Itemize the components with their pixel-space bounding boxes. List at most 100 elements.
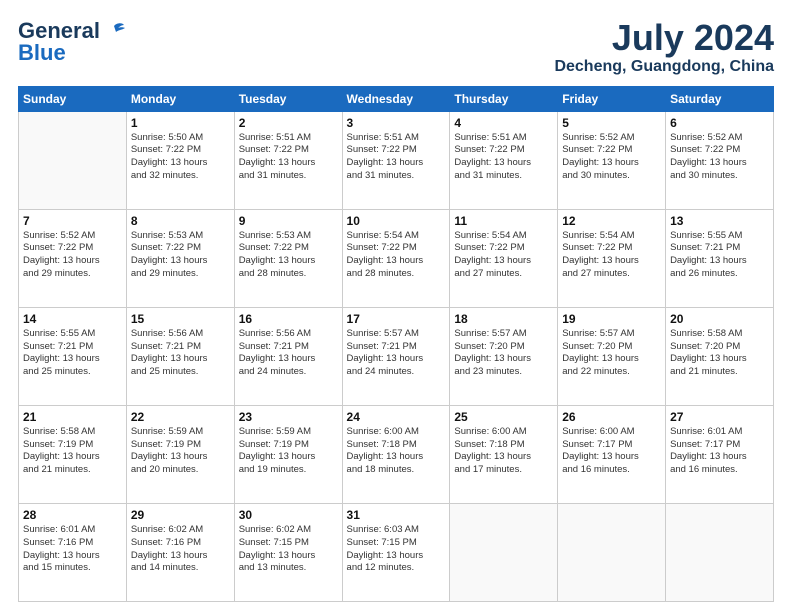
- day-info: Sunrise: 5:51 AM Sunset: 7:22 PM Dayligh…: [454, 132, 553, 183]
- day-number: 16: [239, 312, 338, 326]
- calendar-cell: 31 Sunrise: 6:03 AM Sunset: 7:15 PM Dayli…: [342, 503, 450, 601]
- calendar-cell: 21 Sunrise: 5:58 AM Sunset: 7:19 PM Dayli…: [19, 405, 127, 503]
- day-info: Sunrise: 5:55 AM Sunset: 7:21 PM Dayligh…: [23, 328, 122, 379]
- calendar-cell: 8 Sunrise: 5:53 AM Sunset: 7:22 PM Daylig…: [126, 209, 234, 307]
- calendar-cell: 29 Sunrise: 6:02 AM Sunset: 7:16 PM Dayli…: [126, 503, 234, 601]
- day-number: 9: [239, 214, 338, 228]
- day-info: Sunrise: 5:57 AM Sunset: 7:21 PM Dayligh…: [347, 328, 446, 379]
- calendar-cell: 6 Sunrise: 5:52 AM Sunset: 7:22 PM Daylig…: [666, 111, 774, 209]
- day-number: 19: [562, 312, 661, 326]
- day-info: Sunrise: 5:56 AM Sunset: 7:21 PM Dayligh…: [239, 328, 338, 379]
- day-info: Sunrise: 5:52 AM Sunset: 7:22 PM Dayligh…: [670, 132, 769, 183]
- day-number: 7: [23, 214, 122, 228]
- day-info: Sunrise: 5:51 AM Sunset: 7:22 PM Dayligh…: [347, 132, 446, 183]
- calendar-cell: 23Sunrise: 5:59 AM Sunset: 7:19 PM Dayli…: [234, 405, 342, 503]
- calendar-cell: 12 Sunrise: 5:54 AM Sunset: 7:22 PM Dayli…: [558, 209, 666, 307]
- calendar-weekday-thursday: Thursday: [450, 86, 558, 111]
- day-info: Sunrise: 5:51 AM Sunset: 7:22 PM Dayligh…: [239, 132, 338, 183]
- day-number: 29: [131, 508, 230, 522]
- calendar-weekday-sunday: Sunday: [19, 86, 127, 111]
- day-info: Sunrise: 5:53 AM Sunset: 7:22 PM Dayligh…: [131, 230, 230, 281]
- day-info: Sunrise: 6:01 AM Sunset: 7:17 PM Dayligh…: [670, 426, 769, 477]
- calendar-cell: 10 Sunrise: 5:54 AM Sunset: 7:22 PM Dayli…: [342, 209, 450, 307]
- day-number: 30: [239, 508, 338, 522]
- day-info: Sunrise: 6:00 AM Sunset: 7:17 PM Dayligh…: [562, 426, 661, 477]
- day-number: 25: [454, 410, 553, 424]
- logo-blue: Blue: [18, 40, 66, 66]
- calendar-cell: 28 Sunrise: 6:01 AM Sunset: 7:16 PM Dayli…: [19, 503, 127, 601]
- calendar-weekday-wednesday: Wednesday: [342, 86, 450, 111]
- calendar-cell: 14Sunrise: 5:55 AM Sunset: 7:21 PM Dayli…: [19, 307, 127, 405]
- day-number: 28: [23, 508, 122, 522]
- day-info: Sunrise: 5:57 AM Sunset: 7:20 PM Dayligh…: [562, 328, 661, 379]
- day-info: Sunrise: 5:59 AM Sunset: 7:19 PM Dayligh…: [131, 426, 230, 477]
- calendar-cell: 1Sunrise: 5:50 AM Sunset: 7:22 PM Daylig…: [126, 111, 234, 209]
- calendar-cell: 13Sunrise: 5:55 AM Sunset: 7:21 PM Dayli…: [666, 209, 774, 307]
- day-info: Sunrise: 5:54 AM Sunset: 7:22 PM Dayligh…: [347, 230, 446, 281]
- day-info: Sunrise: 5:52 AM Sunset: 7:22 PM Dayligh…: [562, 132, 661, 183]
- calendar-cell: 22 Sunrise: 5:59 AM Sunset: 7:19 PM Dayli…: [126, 405, 234, 503]
- calendar-cell: 18Sunrise: 5:57 AM Sunset: 7:20 PM Dayli…: [450, 307, 558, 405]
- day-number: 8: [131, 214, 230, 228]
- day-number: 12: [562, 214, 661, 228]
- day-info: Sunrise: 5:54 AM Sunset: 7:22 PM Dayligh…: [454, 230, 553, 281]
- day-number: 21: [23, 410, 122, 424]
- day-number: 10: [347, 214, 446, 228]
- calendar-cell: 7 Sunrise: 5:52 AM Sunset: 7:22 PM Daylig…: [19, 209, 127, 307]
- calendar-cell: 24Sunrise: 6:00 AM Sunset: 7:18 PM Dayli…: [342, 405, 450, 503]
- day-number: 31: [347, 508, 446, 522]
- calendar-cell: 30Sunrise: 6:02 AM Sunset: 7:15 PM Dayli…: [234, 503, 342, 601]
- calendar-cell: 11 Sunrise: 5:54 AM Sunset: 7:22 PM Dayli…: [450, 209, 558, 307]
- page: General Blue July 2024 Decheng, Guangdon…: [0, 0, 792, 612]
- day-info: Sunrise: 6:01 AM Sunset: 7:16 PM Dayligh…: [23, 524, 122, 575]
- calendar-weekday-saturday: Saturday: [666, 86, 774, 111]
- day-info: Sunrise: 6:00 AM Sunset: 7:18 PM Dayligh…: [454, 426, 553, 477]
- day-number: 23: [239, 410, 338, 424]
- day-number: 1: [131, 116, 230, 130]
- day-number: 3: [347, 116, 446, 130]
- calendar-cell: [666, 503, 774, 601]
- calendar-cell: [450, 503, 558, 601]
- title-block: July 2024 Decheng, Guangdong, China: [554, 18, 774, 76]
- calendar-cell: 17 Sunrise: 5:57 AM Sunset: 7:21 PM Dayli…: [342, 307, 450, 405]
- day-number: 6: [670, 116, 769, 130]
- logo: General Blue: [18, 18, 126, 66]
- calendar-week-3: 14Sunrise: 5:55 AM Sunset: 7:21 PM Dayli…: [19, 307, 774, 405]
- calendar-week-1: 1Sunrise: 5:50 AM Sunset: 7:22 PM Daylig…: [19, 111, 774, 209]
- day-number: 2: [239, 116, 338, 130]
- day-info: Sunrise: 6:02 AM Sunset: 7:16 PM Dayligh…: [131, 524, 230, 575]
- calendar-cell: 27Sunrise: 6:01 AM Sunset: 7:17 PM Dayli…: [666, 405, 774, 503]
- calendar-cell: 5 Sunrise: 5:52 AM Sunset: 7:22 PM Daylig…: [558, 111, 666, 209]
- day-number: 26: [562, 410, 661, 424]
- calendar-week-4: 21 Sunrise: 5:58 AM Sunset: 7:19 PM Dayli…: [19, 405, 774, 503]
- calendar-cell: [558, 503, 666, 601]
- day-number: 17: [347, 312, 446, 326]
- day-number: 5: [562, 116, 661, 130]
- day-number: 4: [454, 116, 553, 130]
- month-year: July 2024: [554, 18, 774, 58]
- day-number: 22: [131, 410, 230, 424]
- calendar-week-5: 28 Sunrise: 6:01 AM Sunset: 7:16 PM Dayli…: [19, 503, 774, 601]
- logo-bird-icon: [104, 22, 126, 40]
- calendar-table: SundayMondayTuesdayWednesdayThursdayFrid…: [18, 86, 774, 602]
- calendar-cell: 20Sunrise: 5:58 AM Sunset: 7:20 PM Dayli…: [666, 307, 774, 405]
- calendar-cell: 9 Sunrise: 5:53 AM Sunset: 7:22 PM Daylig…: [234, 209, 342, 307]
- day-info: Sunrise: 5:58 AM Sunset: 7:19 PM Dayligh…: [23, 426, 122, 477]
- day-number: 11: [454, 214, 553, 228]
- calendar-cell: 25 Sunrise: 6:00 AM Sunset: 7:18 PM Dayli…: [450, 405, 558, 503]
- day-number: 20: [670, 312, 769, 326]
- day-number: 13: [670, 214, 769, 228]
- day-info: Sunrise: 5:53 AM Sunset: 7:22 PM Dayligh…: [239, 230, 338, 281]
- day-number: 18: [454, 312, 553, 326]
- day-info: Sunrise: 5:52 AM Sunset: 7:22 PM Dayligh…: [23, 230, 122, 281]
- day-info: Sunrise: 6:03 AM Sunset: 7:15 PM Dayligh…: [347, 524, 446, 575]
- calendar-cell: 2 Sunrise: 5:51 AM Sunset: 7:22 PM Daylig…: [234, 111, 342, 209]
- calendar-header-row: SundayMondayTuesdayWednesdayThursdayFrid…: [19, 86, 774, 111]
- calendar-cell: 3 Sunrise: 5:51 AM Sunset: 7:22 PM Daylig…: [342, 111, 450, 209]
- calendar-cell: 4 Sunrise: 5:51 AM Sunset: 7:22 PM Daylig…: [450, 111, 558, 209]
- day-info: Sunrise: 5:54 AM Sunset: 7:22 PM Dayligh…: [562, 230, 661, 281]
- calendar-cell: 15Sunrise: 5:56 AM Sunset: 7:21 PM Dayli…: [126, 307, 234, 405]
- header: General Blue July 2024 Decheng, Guangdon…: [18, 18, 774, 76]
- calendar-weekday-friday: Friday: [558, 86, 666, 111]
- day-number: 15: [131, 312, 230, 326]
